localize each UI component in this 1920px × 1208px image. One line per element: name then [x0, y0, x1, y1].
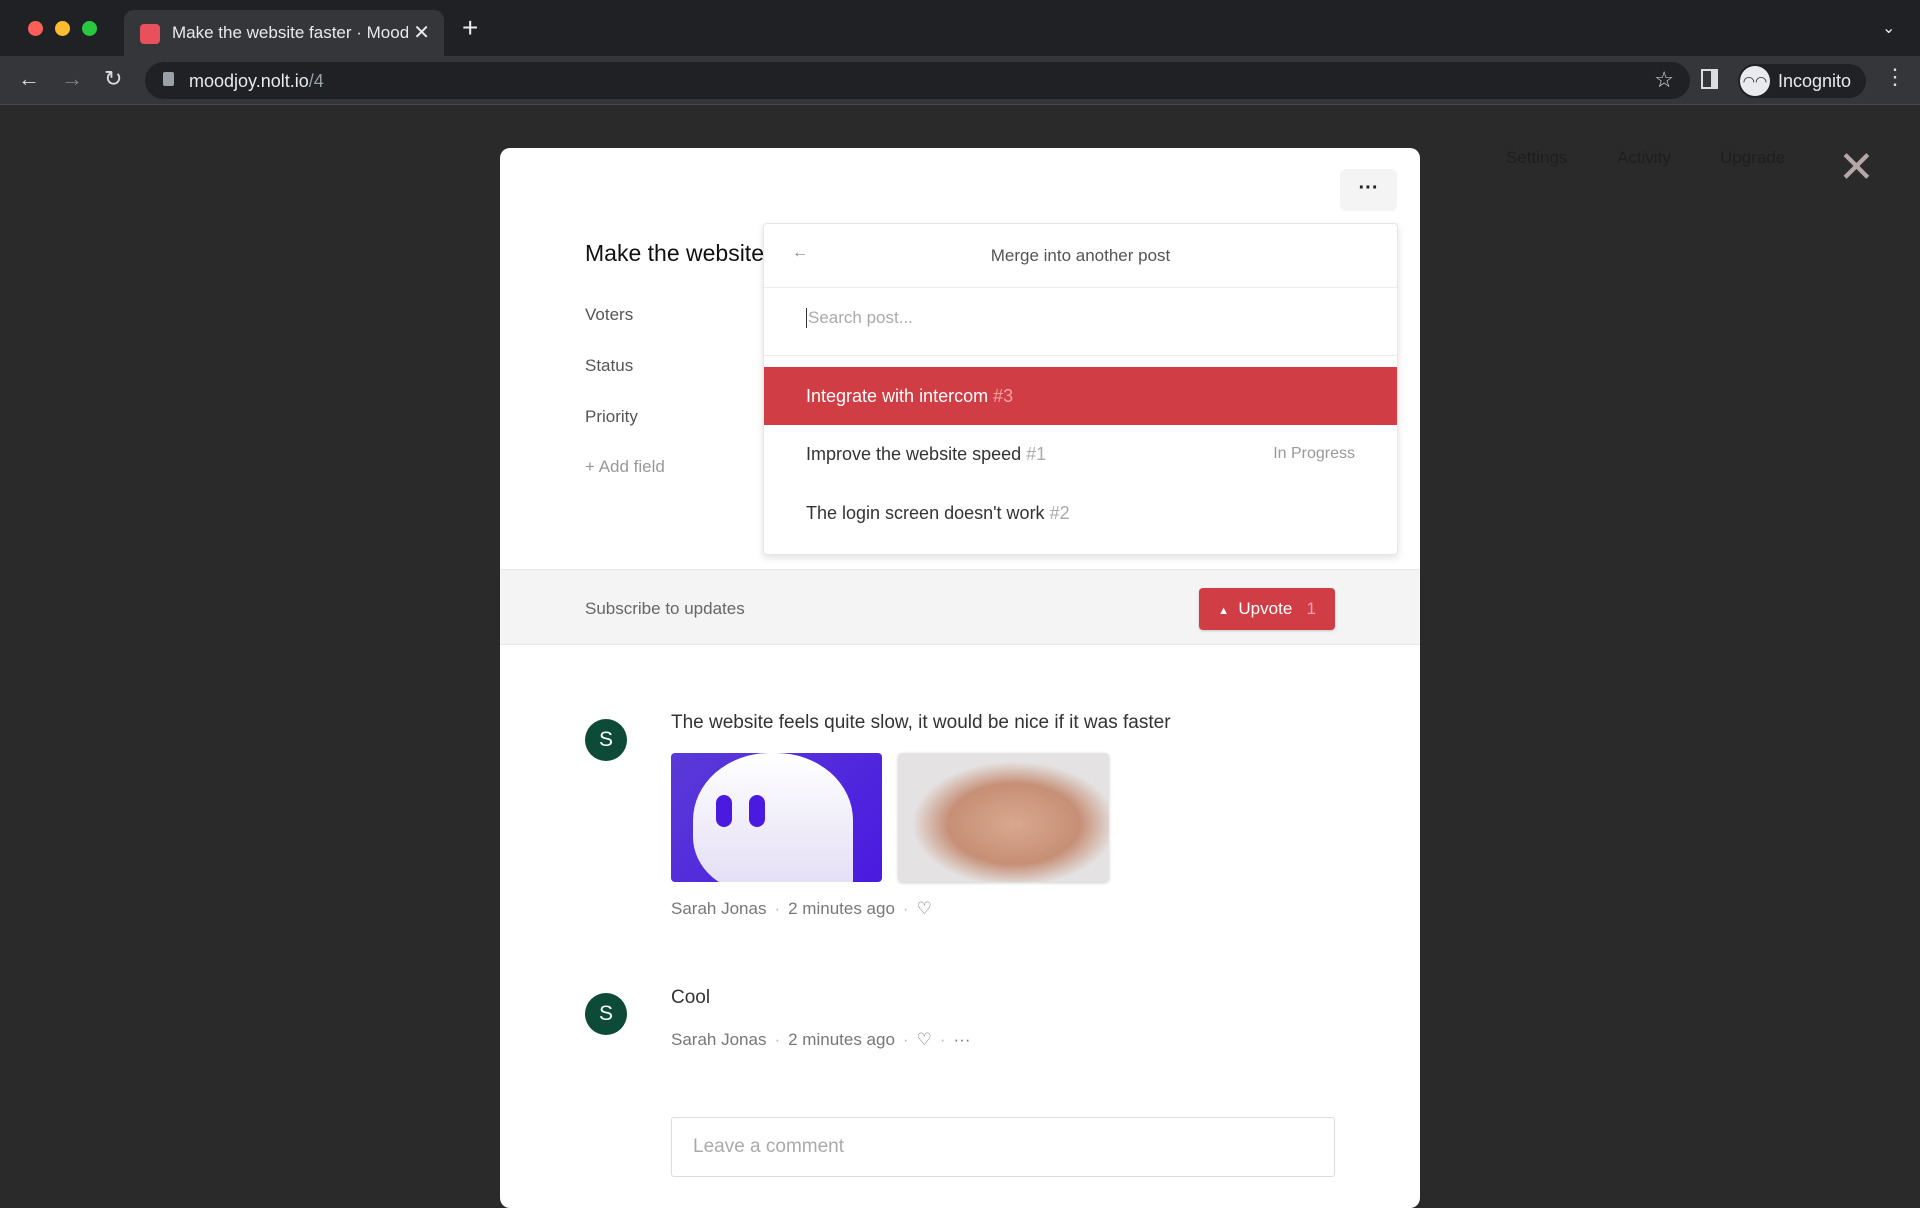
subscribe-button[interactable]: Subscribe to updates — [585, 599, 745, 619]
add-field-button[interactable]: + Add field — [585, 457, 665, 477]
avatar: S — [585, 993, 627, 1035]
triangle-up-icon: ▲ — [1218, 605, 1229, 617]
merge-dropdown: ← Merge into another post Integrate with… — [763, 223, 1398, 555]
menu-icon[interactable]: ⋮ — [1884, 64, 1906, 90]
comment-text: The website feels quite slow, it would b… — [671, 712, 1171, 733]
comment-time: 2 minutes ago — [788, 1030, 895, 1049]
back-icon[interactable]: ← — [18, 66, 40, 92]
tab-search-icon[interactable]: ⌄ — [1882, 18, 1895, 38]
result-name: The login screen doesn't work — [806, 503, 1045, 523]
close-modal-icon[interactable]: ✕ — [1838, 146, 1875, 190]
upvote-label: Upvote — [1238, 599, 1293, 618]
reload-icon[interactable]: ↻ — [104, 66, 122, 92]
attachment-image-logo[interactable] — [671, 753, 882, 882]
new-tab-icon[interactable]: + — [462, 12, 478, 44]
nav-upgrade: Upgrade — [1720, 148, 1786, 167]
minimize-window-button[interactable] — [55, 21, 70, 36]
search-row — [764, 288, 1397, 356]
result-status: In Progress — [1273, 445, 1355, 462]
upvote-button[interactable]: ▲ Upvote 1 — [1199, 588, 1335, 630]
avatar: S — [585, 719, 627, 761]
comment-input[interactable]: Leave a comment — [671, 1117, 1335, 1177]
comment-author: Sarah Jonas — [671, 899, 767, 918]
forward-icon[interactable]: → — [61, 66, 83, 92]
url-text: moodjoy.nolt.io/4 — [189, 71, 324, 91]
heart-icon[interactable]: ♡ — [917, 899, 932, 918]
field-priority: Priority — [585, 407, 638, 426]
search-post-input[interactable] — [806, 308, 1306, 328]
action-bar: Subscribe to updates ▲ Upvote 1 — [500, 569, 1420, 645]
lock-icon — [163, 72, 174, 86]
browser-tab[interactable]: Make the website faster · Moodjoy ✕ — [124, 10, 444, 56]
more-options-button[interactable]: ··· — [1340, 169, 1397, 211]
maximize-window-button[interactable] — [82, 21, 97, 36]
post-modal: ··· Make the website faster Voters Statu… — [500, 148, 1420, 1208]
star-icon[interactable]: ☆ — [1654, 67, 1674, 93]
nav-activity: Activity — [1617, 148, 1671, 167]
merge-result-item[interactable]: Improve the website speed #1 In Progress — [764, 425, 1397, 483]
field-status: Status — [585, 356, 634, 375]
result-number: #1 — [1026, 444, 1047, 464]
incognito-button[interactable]: ◠◠ Incognito — [1738, 64, 1866, 98]
merge-header: ← Merge into another post — [764, 224, 1397, 288]
browser-toolbar: ← → ↻ moodjoy.nolt.io/4 ☆ ◠◠ Incognito ⋮ — [0, 56, 1920, 105]
tab-bar: Make the website faster · Moodjoy ✕ + ⌄ — [0, 0, 1920, 56]
comment-text: Cool — [671, 987, 711, 1008]
merge-result-item[interactable]: The login screen doesn't work #2 — [764, 484, 1397, 542]
result-number: #2 — [1049, 503, 1070, 523]
incognito-icon: ◠◠ — [1740, 66, 1770, 96]
favicon-icon — [140, 24, 160, 44]
result-name: Improve the website speed — [806, 444, 1022, 464]
result-name: Integrate with intercom — [806, 386, 989, 406]
heart-icon[interactable]: ♡ — [917, 1030, 932, 1049]
comment-meta: Sarah Jonas · 2 minutes ago · ♡ · ··· — [671, 1030, 971, 1049]
more-icon[interactable]: ··· — [954, 1030, 971, 1049]
close-window-button[interactable] — [28, 21, 43, 36]
result-number: #3 — [993, 386, 1014, 406]
upvote-count: 1 — [1306, 599, 1316, 618]
merge-title: Merge into another post — [990, 246, 1171, 265]
merge-result-item[interactable]: Integrate with intercom #3 — [764, 367, 1397, 425]
comment-meta: Sarah Jonas · 2 minutes ago · ♡ — [671, 899, 932, 918]
attachment-image-photo[interactable] — [898, 753, 1109, 882]
tab-title: Make the website faster · Moodjoy — [172, 23, 408, 42]
field-voters: Voters — [585, 305, 634, 324]
address-bar[interactable]: moodjoy.nolt.io/4 ☆ — [145, 62, 1690, 99]
profile-label: Incognito — [1778, 71, 1852, 91]
comment-time: 2 minutes ago — [788, 899, 895, 918]
comment-author: Sarah Jonas — [671, 1030, 767, 1049]
close-tab-icon[interactable]: ✕ — [413, 20, 430, 45]
nav-settings: Settings — [1506, 148, 1568, 167]
sidepanel-icon[interactable] — [1701, 69, 1718, 89]
post-title: Make the website faster — [585, 240, 765, 266]
